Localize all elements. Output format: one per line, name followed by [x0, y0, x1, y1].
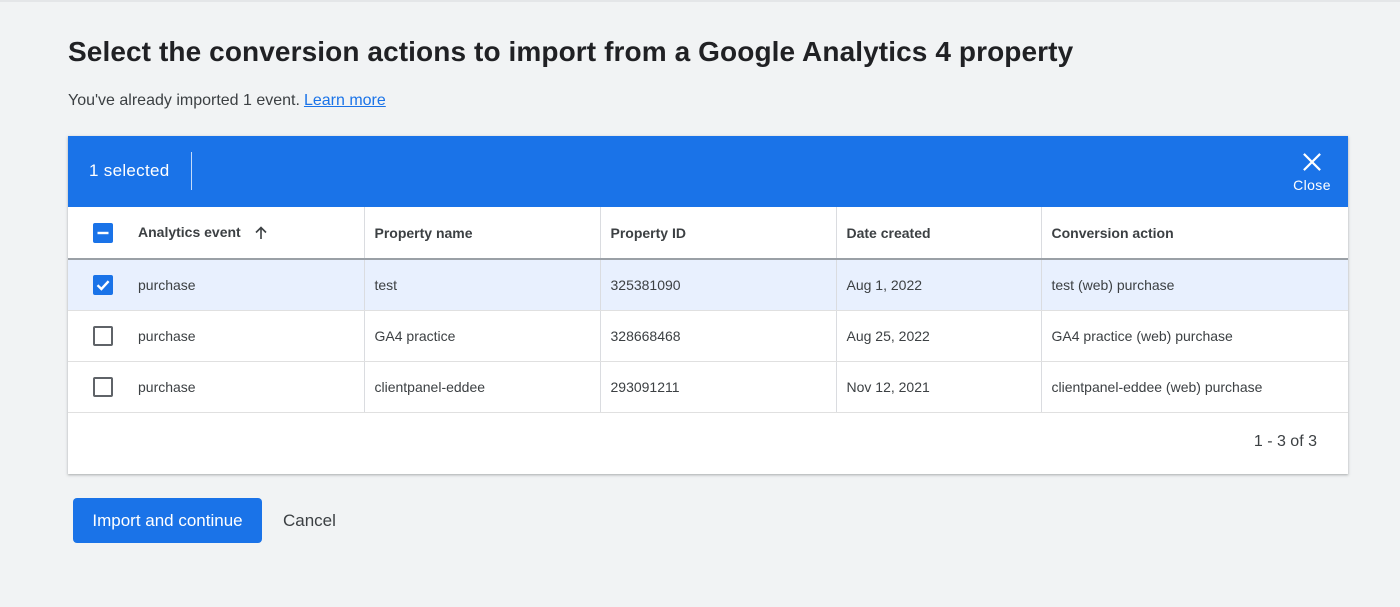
column-header-label: Analytics event: [138, 224, 241, 241]
cell-conversion-action: test (web) purchase: [1041, 259, 1348, 311]
row-checkbox[interactable]: [93, 376, 113, 397]
row-select-cell: [68, 259, 138, 311]
cell-property-id: 328668468: [600, 310, 837, 362]
cell-date-created: Nov 12, 2021: [836, 361, 1042, 413]
column-header-property-name[interactable]: Property name: [364, 207, 601, 260]
top-divider: [0, 0, 1400, 2]
cell-property-id: 293091211: [600, 361, 837, 413]
cell-property-name: GA4 practice: [364, 310, 601, 362]
arrow-up-icon[interactable]: [253, 225, 269, 241]
cell-analytics-event: purchase: [138, 361, 365, 413]
selection-bar: 1 selected Close: [68, 136, 1348, 207]
table-row[interactable]: purchase test 325381090 Aug 1, 2022 test…: [68, 259, 1348, 311]
column-header-analytics-event[interactable]: Analytics event: [138, 207, 365, 260]
column-header-property-id[interactable]: Property ID: [600, 207, 837, 260]
cell-conversion-action: GA4 practice (web) purchase: [1041, 310, 1348, 362]
row-select-cell: [68, 361, 138, 413]
conversion-table-card: 1 selected Close Analytics event Propert…: [68, 136, 1348, 474]
row-checkbox-checked[interactable]: [93, 274, 113, 295]
close-selection-button[interactable]: Close: [1276, 136, 1348, 207]
row-select-cell: [68, 310, 138, 362]
column-header-date-created[interactable]: Date created: [836, 207, 1042, 260]
selection-divider: [191, 152, 192, 190]
cell-analytics-event: purchase: [138, 310, 365, 362]
cell-analytics-event: purchase: [138, 259, 365, 311]
pagination-range: 1 - 3 of 3: [1253, 433, 1317, 450]
page-title: Select the conversion actions to import …: [68, 36, 1074, 67]
indeterminate-icon: [97, 231, 109, 234]
table-row[interactable]: purchase clientpanel-eddee 293091211 Nov…: [68, 361, 1348, 413]
select-all-cell: [68, 207, 138, 260]
cell-conversion-action: clientpanel-eddee (web) purchase: [1041, 361, 1348, 413]
cell-property-name: clientpanel-eddee: [364, 361, 601, 413]
row-checkbox[interactable]: [93, 325, 113, 346]
cell-date-created: Aug 25, 2022: [836, 310, 1042, 362]
conversion-table: Analytics event Property name Property I…: [68, 207, 1348, 413]
selection-count: 1 selected: [89, 161, 170, 180]
cancel-button[interactable]: Cancel: [273, 498, 346, 543]
select-all-checkbox[interactable]: [93, 222, 113, 243]
close-icon: [1303, 153, 1321, 171]
learn-more-link[interactable]: Learn more: [304, 92, 386, 109]
close-label: Close: [1293, 177, 1331, 193]
intro-text: You've already imported 1 event. Learn mo…: [68, 92, 386, 110]
cell-date-created: Aug 1, 2022: [836, 259, 1042, 311]
cell-property-name: test: [364, 259, 601, 311]
import-and-continue-button[interactable]: Import and continue: [73, 498, 262, 543]
column-header-conversion-action[interactable]: Conversion action: [1041, 207, 1348, 260]
table-row[interactable]: purchase GA4 practice 328668468 Aug 25, …: [68, 310, 1348, 362]
table-header-row: Analytics event Property name Property I…: [68, 207, 1348, 260]
checkmark-icon: [96, 280, 110, 291]
imported-count-text: You've already imported 1 event.: [68, 92, 300, 109]
cell-property-id: 325381090: [600, 259, 837, 311]
